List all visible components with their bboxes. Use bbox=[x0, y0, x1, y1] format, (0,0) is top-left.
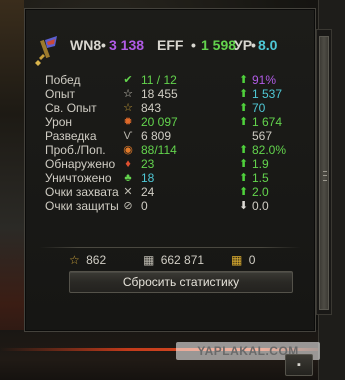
stat-row: Побед ✔ 11 / 12 ⬆ 91% bbox=[25, 73, 315, 87]
stats-divider bbox=[39, 247, 301, 248]
star-outline-icon: ☆ bbox=[123, 88, 133, 100]
stat-average: 82.0% bbox=[252, 143, 287, 157]
stat-value: 0 bbox=[141, 199, 148, 213]
stat-average: 1 674 bbox=[252, 115, 283, 129]
stat-row: Уничтожено ♣ 18 ⬆ 1.5 bbox=[25, 171, 315, 185]
stat-label: Обнаружено bbox=[45, 157, 116, 171]
defense-shield-icon: ⊘ bbox=[123, 200, 133, 212]
wn8-label: WN8 bbox=[70, 37, 102, 53]
explosion-icon: ✹ bbox=[123, 116, 133, 128]
stat-label: Св. Опыт bbox=[45, 101, 97, 115]
stat-value: 24 bbox=[141, 185, 155, 199]
stat-value: 20 097 bbox=[141, 115, 178, 129]
stat-value: 6 809 bbox=[141, 129, 172, 143]
stat-value: 23 bbox=[141, 157, 155, 171]
stat-value: 843 bbox=[141, 101, 162, 115]
stat-label: Уничтожено bbox=[45, 171, 112, 185]
arrow-up-icon: ⬆ bbox=[239, 88, 249, 100]
stat-label: Опыт bbox=[45, 87, 75, 101]
session-stats-panel: WN8 • 3 138 EFF • 1 598 УР • 8.0 Побед ✔ 1… bbox=[24, 8, 332, 332]
stat-average: 0.0 bbox=[252, 199, 269, 213]
arrow-up-icon: ⬆ bbox=[239, 74, 249, 86]
eff-value: 1 598 bbox=[201, 37, 237, 53]
stat-average: 91% bbox=[252, 73, 277, 87]
gold-total-value: 0 bbox=[248, 253, 256, 267]
yp-label: УР bbox=[234, 37, 253, 53]
credits-total: ▦ 662 871 bbox=[143, 253, 204, 267]
stat-average: 1.9 bbox=[252, 157, 269, 171]
stat-average: 2.0 bbox=[252, 185, 269, 199]
stat-value: 18 455 bbox=[141, 87, 178, 101]
gold-total: ▦ 0 bbox=[231, 253, 255, 267]
detected-icon: ♦ bbox=[125, 158, 131, 170]
stat-row: Обнаружено ♦ 23 ⬆ 1.9 bbox=[25, 157, 315, 171]
chat-icon: ▪ bbox=[297, 359, 301, 371]
stat-label: Побед bbox=[45, 73, 81, 87]
gold-coins-icon: ▦ bbox=[231, 253, 243, 267]
stat-label: Очки защиты bbox=[45, 199, 119, 213]
stat-label: Урон bbox=[45, 115, 73, 129]
left-background-decoration bbox=[0, 0, 24, 380]
check-icon: ✔ bbox=[123, 74, 133, 86]
stat-row: Очки защиты ⊘ 0 ⬇ 0.0 bbox=[25, 199, 315, 213]
scrollbar-thumb[interactable] bbox=[319, 36, 329, 310]
arrow-up-icon: ⬆ bbox=[239, 144, 249, 156]
stat-value: 88/114 bbox=[141, 143, 177, 157]
stat-average: 1 537 bbox=[252, 87, 283, 101]
credits-coins-icon: ▦ bbox=[143, 253, 155, 267]
arrow-up-icon: ⬆ bbox=[239, 186, 249, 198]
destroyed-tank-icon: ♣ bbox=[124, 172, 132, 184]
free-xp-star-icon: ☆ bbox=[123, 102, 133, 114]
arrow-up-icon: ⬆ bbox=[239, 116, 249, 128]
eff-separator-dot: • bbox=[191, 37, 196, 53]
stat-average: 567 bbox=[252, 129, 273, 143]
arrow-down-icon: ⬇ bbox=[239, 200, 249, 212]
stat-average: 1.5 bbox=[252, 171, 269, 185]
free-xp-star-icon: ☆ bbox=[69, 253, 80, 267]
stat-row: Опыт ☆ 18 455 ⬆ 1 537 bbox=[25, 87, 315, 101]
player-emblem-icon bbox=[35, 36, 57, 66]
stat-row: Урон ✹ 20 097 ⬆ 1 674 bbox=[25, 115, 315, 129]
wn8-separator-dot: • bbox=[101, 37, 106, 53]
stat-label: Проб./Поп. bbox=[45, 143, 106, 157]
eff-label: EFF bbox=[157, 37, 184, 53]
stats-header: WN8 • 3 138 EFF • 1 598 УР • 8.0 bbox=[25, 9, 315, 66]
arrow-up-icon: ⬆ bbox=[239, 158, 249, 170]
credits-total-value: 662 871 bbox=[160, 253, 205, 267]
stat-value: 18 bbox=[141, 171, 155, 185]
free-xp-total-value: 862 bbox=[86, 253, 107, 267]
free-xp-total: ☆ 862 bbox=[69, 253, 106, 267]
arrow-up-icon: ⬆ bbox=[239, 102, 249, 114]
stat-label: Очки захвата bbox=[45, 185, 119, 199]
reset-stats-button[interactable]: Сбросить статистику bbox=[69, 271, 293, 293]
stat-row: Очки захвата ✕ 24 ⬆ 2.0 bbox=[25, 185, 315, 199]
penetration-icon: ◉ bbox=[123, 144, 133, 156]
stat-label: Разведка bbox=[45, 129, 97, 143]
scroll-grip-icon bbox=[323, 171, 327, 181]
yp-separator-dot: • bbox=[251, 37, 256, 53]
spotting-icon: Ѵ bbox=[123, 130, 133, 142]
panel-scrollbar[interactable] bbox=[316, 29, 332, 315]
stat-row: Св. Опыт ☆ 843 ⬆ 70 bbox=[25, 101, 315, 115]
yp-value: 8.0 bbox=[258, 37, 278, 53]
chat-button[interactable]: ▪ bbox=[285, 354, 313, 376]
stat-average: 70 bbox=[252, 101, 266, 115]
arrow-up-icon: ⬆ bbox=[239, 172, 249, 184]
capture-swords-icon: ✕ bbox=[123, 186, 133, 198]
stat-row: Разведка Ѵ 6 809 567 bbox=[25, 129, 315, 143]
stat-row: Проб./Поп. ◉ 88/114 ⬆ 82.0% bbox=[25, 143, 315, 157]
stat-value: 11 / 12 bbox=[141, 73, 177, 87]
wn8-value: 3 138 bbox=[109, 37, 145, 53]
